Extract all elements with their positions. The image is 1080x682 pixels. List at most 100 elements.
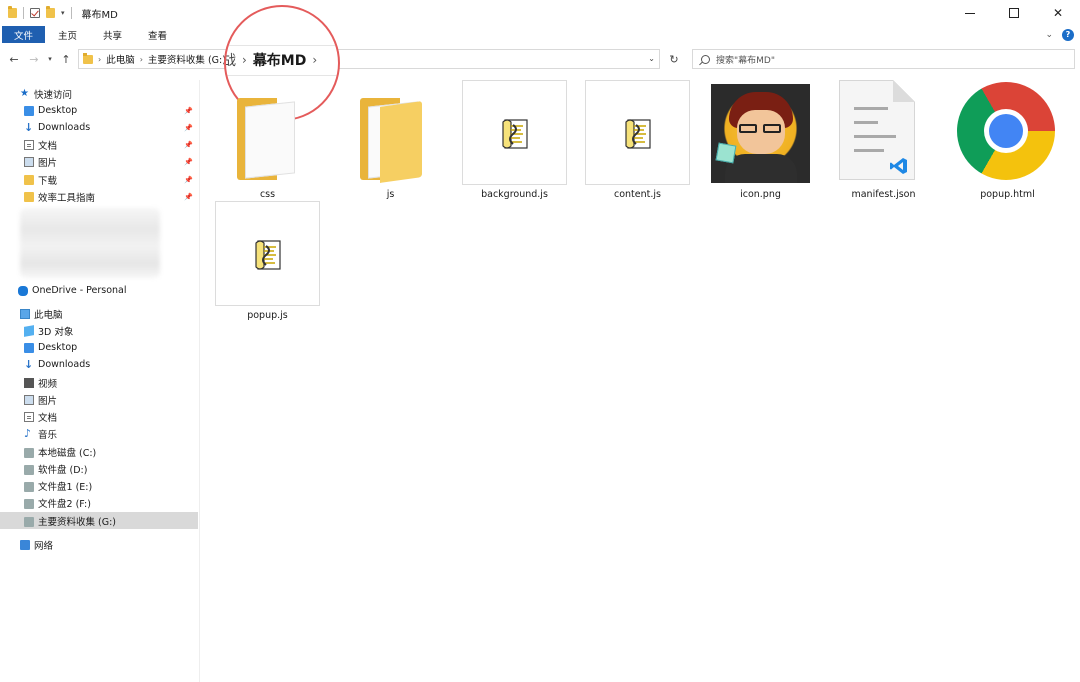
drive-icon	[24, 448, 34, 458]
nav-drive-e[interactable]: 文件盘1 (E:)	[24, 477, 198, 494]
pin-icon[interactable]: 📌	[184, 141, 193, 149]
magnified-breadcrumb: 战 › 幕布MD ›	[226, 49, 338, 71]
chrome-icon	[955, 80, 1060, 185]
nav-label: 软件盘 (D:)	[38, 464, 88, 476]
window-title: 幕布MD	[81, 9, 118, 21]
nav-label: 本地磁盘 (C:)	[38, 447, 97, 459]
image-thumbnail	[708, 80, 813, 185]
nav-drive-f[interactable]: 文件盘2 (F:)	[24, 494, 198, 511]
ribbon-right: ⌄ ?	[1045, 26, 1074, 43]
nav-pc-desktop[interactable]: Desktop	[24, 339, 198, 356]
new-folder-icon[interactable]	[46, 6, 55, 18]
help-icon[interactable]: ?	[1062, 28, 1074, 41]
file-name: background.js	[481, 189, 548, 200]
file-name: js	[386, 189, 395, 200]
tab-home[interactable]: 主页	[45, 26, 90, 43]
ribbon-tabs: 文件 主页 共享 查看 ⌄ ?	[0, 26, 1080, 43]
nav-label: 此电脑	[34, 309, 63, 321]
pin-icon[interactable]: 📌	[184, 158, 193, 166]
breadcrumb-drive-g[interactable]: 主要资料收集 (G:)	[148, 52, 226, 66]
nav-label: 图片	[38, 395, 58, 407]
forward-arrow-icon[interactable]: →	[24, 53, 44, 66]
file-item-manifest-json[interactable]: manifest.json	[831, 80, 936, 200]
nav-quick-access[interactable]: ★ 快速访问	[20, 85, 198, 102]
nav-download-folder[interactable]: 下载 📌	[24, 171, 198, 188]
file-thumbnail	[215, 201, 320, 306]
file-item-css[interactable]: css	[215, 80, 320, 200]
nav-efficiency-guide[interactable]: 效率工具指南 📌	[24, 188, 198, 205]
nav-label: Desktop	[38, 342, 78, 353]
tab-view[interactable]: 查看	[135, 26, 180, 43]
nav-label: 下载	[38, 175, 58, 187]
drive-icon	[24, 482, 34, 492]
nav-downloads[interactable]: ↓ Downloads 📌	[24, 119, 198, 136]
nav-pc-pictures[interactable]: 图片	[24, 391, 198, 408]
nav-drive-c[interactable]: 本地磁盘 (C:)	[24, 443, 198, 460]
download-icon: ↓	[24, 120, 34, 134]
breadcrumb-this-pc[interactable]: 此电脑	[106, 52, 135, 66]
nav-music[interactable]: ♪ 音乐	[24, 425, 198, 442]
recent-locations-icon[interactable]: ▾	[44, 55, 56, 63]
up-arrow-icon[interactable]: ↑	[56, 53, 76, 66]
drive-icon	[24, 517, 34, 527]
nav-label: 文件盘2 (F:)	[38, 498, 91, 510]
nav-documents[interactable]: 文档 📌	[24, 136, 198, 153]
nav-pictures[interactable]: 图片 📌	[24, 153, 198, 170]
minimize-button[interactable]	[948, 0, 992, 26]
nav-desktop[interactable]: Desktop 📌	[24, 102, 198, 119]
nav-pc-documents[interactable]: 文档	[24, 408, 198, 425]
script-file-icon	[502, 119, 528, 149]
search-icon	[701, 54, 710, 64]
breadcrumb-current-folder[interactable]: 幕布MD	[253, 50, 307, 70]
pin-icon[interactable]: 📌	[184, 176, 193, 184]
nav-this-pc[interactable]: 此电脑	[20, 305, 198, 322]
folder-icon	[24, 175, 34, 185]
video-icon	[24, 377, 34, 388]
expand-ribbon-icon[interactable]: ⌄	[1045, 30, 1053, 40]
tab-share[interactable]: 共享	[90, 26, 135, 43]
pin-icon[interactable]: 📌	[184, 124, 193, 132]
drive-icon	[24, 499, 34, 509]
nav-videos[interactable]: 视频	[24, 374, 198, 391]
file-item-popup-js[interactable]: popup.js	[215, 201, 320, 321]
pin-icon[interactable]: 📌	[184, 107, 193, 115]
refresh-icon[interactable]: ↻	[664, 49, 684, 69]
nav-drive-d[interactable]: 软件盘 (D:)	[24, 460, 198, 477]
nav-label: 文件盘1 (E:)	[38, 481, 93, 493]
properties-icon[interactable]	[30, 8, 40, 18]
navigation-row: ← → ▾ ↑ › 此电脑 › 主要资料收集 (G:) ⌄ ↻ 搜索"幕布MD"	[0, 45, 1080, 73]
search-input[interactable]: 搜索"幕布MD"	[692, 49, 1075, 69]
script-file-icon	[255, 240, 281, 270]
file-item-icon-png[interactable]: icon.png	[708, 80, 813, 200]
music-icon: ♪	[24, 426, 32, 440]
computer-icon	[20, 308, 30, 319]
vscode-icon	[890, 158, 907, 174]
nav-pc-downloads[interactable]: ↓ Downloads	[24, 356, 198, 373]
chevron-right-icon: ›	[312, 53, 318, 67]
back-arrow-icon[interactable]: ←	[4, 53, 24, 66]
chevron-right-icon[interactable]: ›	[140, 55, 143, 64]
nav-label: Downloads	[38, 359, 91, 370]
nav-onedrive[interactable]: OneDrive - Personal	[18, 282, 198, 299]
file-item-js[interactable]: js	[338, 80, 443, 200]
address-dropdown-icon[interactable]: ⌄	[648, 54, 655, 63]
nav-3d-objects[interactable]: 3D 对象	[24, 322, 198, 339]
chevron-right-icon[interactable]: ›	[98, 55, 101, 64]
file-item-content-js[interactable]: content.js	[585, 80, 690, 200]
pin-icon[interactable]: 📌	[184, 193, 193, 201]
nav-label: 主要资料收集 (G:)	[38, 516, 116, 528]
file-item-background-js[interactable]: background.js	[462, 80, 567, 200]
tab-file[interactable]: 文件	[2, 26, 46, 43]
folder-icon	[8, 6, 17, 18]
nav-label: 视频	[38, 378, 58, 390]
picture-icon	[24, 156, 34, 167]
file-item-popup-html[interactable]: popup.html	[955, 80, 1060, 200]
nav-drive-g[interactable]: 主要资料收集 (G:)	[0, 512, 198, 529]
nav-network[interactable]: 网络	[20, 536, 198, 553]
nav-label: 效率工具指南	[38, 192, 96, 204]
customize-toolbar-icon[interactable]: ▾	[61, 9, 65, 17]
address-bar[interactable]: › 此电脑 › 主要资料收集 (G:) ⌄	[78, 49, 660, 69]
close-button[interactable]: ✕	[1036, 0, 1080, 26]
maximize-button[interactable]	[992, 0, 1036, 26]
nav-label: 音乐	[38, 429, 58, 441]
